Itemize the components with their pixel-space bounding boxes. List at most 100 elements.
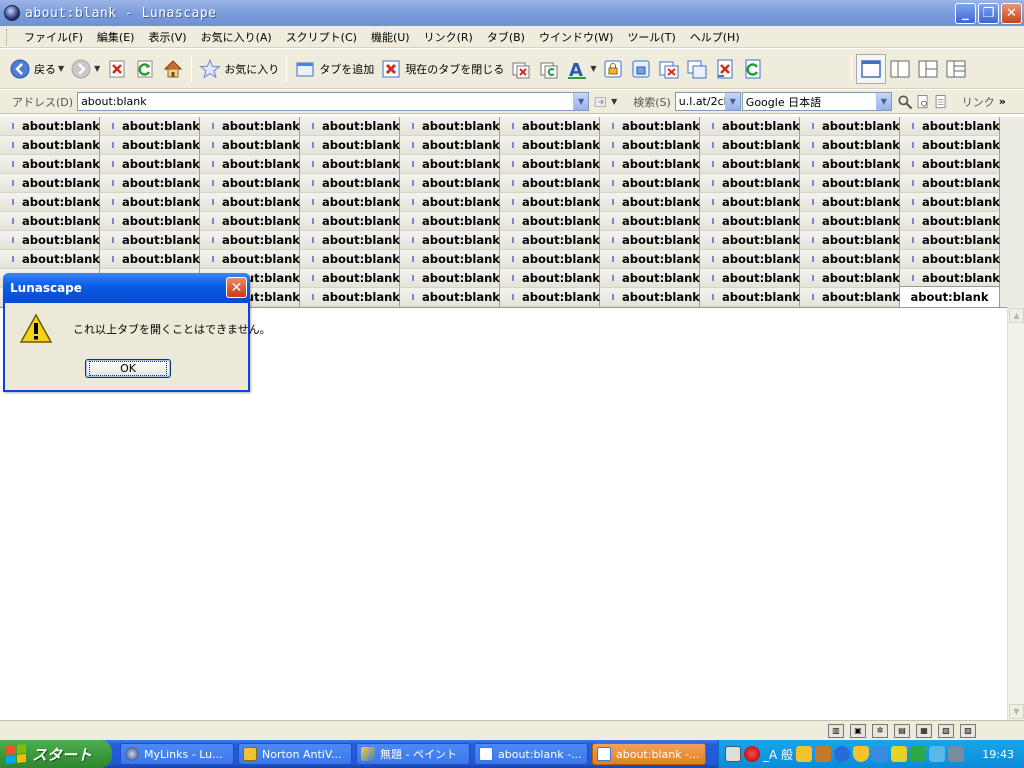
tab[interactable]: about:blank xyxy=(900,174,1000,193)
tab[interactable]: about:blank xyxy=(600,155,700,174)
menu-edit[interactable]: 編集(E) xyxy=(90,29,142,45)
tab[interactable]: about:blank xyxy=(700,117,800,136)
highlight-icon[interactable] xyxy=(932,91,950,113)
trash-icon[interactable]: ▥ xyxy=(828,723,844,738)
tab[interactable]: about:blank xyxy=(100,193,200,212)
tab[interactable]: about:blank xyxy=(400,250,500,269)
network-icon[interactable] xyxy=(872,746,889,762)
tab[interactable]: about:blank xyxy=(900,212,1000,231)
menu-file[interactable]: ファイル(F) xyxy=(17,29,90,45)
start-button[interactable]: スタート xyxy=(0,740,112,768)
tab[interactable]: about:blank xyxy=(100,250,200,269)
tab-active[interactable]: about:blank xyxy=(900,286,1000,307)
tab[interactable]: about:blank xyxy=(400,117,500,136)
task-about-blank-2[interactable]: about:blank -... xyxy=(592,743,706,765)
tab[interactable]: about:blank xyxy=(300,155,400,174)
tab[interactable]: about:blank xyxy=(400,231,500,250)
tab[interactable]: about:blank xyxy=(900,193,1000,212)
tab[interactable]: about:blank xyxy=(800,193,900,212)
tab[interactable]: about:blank xyxy=(200,231,300,250)
task-norton[interactable]: Norton AntiV... xyxy=(238,743,352,765)
update-icon[interactable] xyxy=(910,746,927,762)
tab[interactable]: about:blank xyxy=(600,136,700,155)
task-about-blank-1[interactable]: about:blank -... xyxy=(474,743,588,765)
maximize-button[interactable]: ❐ xyxy=(978,3,999,24)
menu-function[interactable]: 機能(U) xyxy=(364,29,417,45)
tab[interactable]: about:blank xyxy=(900,250,1000,269)
tab[interactable]: about:blank xyxy=(400,136,500,155)
tab[interactable]: about:blank xyxy=(700,155,800,174)
search-page-icon[interactable] xyxy=(914,91,932,113)
tab[interactable]: about:blank xyxy=(600,288,700,307)
clock[interactable]: 19:43 xyxy=(982,748,1014,761)
page-security-button[interactable] xyxy=(627,54,655,84)
add-tab-button[interactable]: タブを追加 xyxy=(291,54,377,84)
messenger-icon[interactable] xyxy=(929,746,946,762)
font-size-button[interactable]: A ▼ xyxy=(563,54,599,84)
tab[interactable]: about:blank xyxy=(200,117,300,136)
tool-icon[interactable] xyxy=(815,746,832,762)
menu-tools[interactable]: ツール(T) xyxy=(620,29,682,45)
menu-script[interactable]: スクリプト(C) xyxy=(279,29,364,45)
tab[interactable]: about:blank xyxy=(400,174,500,193)
cascade-windows-button[interactable] xyxy=(683,54,711,84)
close-current-tab-button[interactable]: 現在のタブを閉じる xyxy=(377,54,507,84)
tab[interactable]: about:blank xyxy=(600,269,700,288)
tab[interactable]: about:blank xyxy=(200,155,300,174)
menu-help[interactable]: ヘルプ(H) xyxy=(683,29,747,45)
tab[interactable]: about:blank xyxy=(0,155,100,174)
layout-vertical-button[interactable] xyxy=(886,54,914,84)
tab[interactable]: about:blank xyxy=(900,155,1000,174)
tab[interactable]: about:blank xyxy=(400,269,500,288)
tab[interactable]: about:blank xyxy=(0,231,100,250)
tab[interactable]: about:blank xyxy=(700,231,800,250)
tab[interactable]: about:blank xyxy=(500,117,600,136)
zoom-icon[interactable]: ▧ xyxy=(938,723,954,738)
address-dropdown-icon[interactable]: ▼ xyxy=(573,93,589,110)
tray-arrow-icon[interactable] xyxy=(834,746,851,762)
tab[interactable]: about:blank xyxy=(400,288,500,307)
vertical-scrollbar[interactable]: ▲ ▼ xyxy=(1007,307,1024,720)
search-engine-dropdown-icon[interactable]: ▼ xyxy=(875,93,891,110)
scroll-down-button[interactable]: ▼ xyxy=(1009,704,1024,719)
tab[interactable]: about:blank xyxy=(200,193,300,212)
dialog-title-bar[interactable]: Lunascape ✕ xyxy=(3,273,250,303)
forward-dropdown-icon[interactable]: ▼ xyxy=(94,64,100,73)
proxy-icon[interactable]: ▨ xyxy=(960,723,976,738)
tab[interactable]: about:blank xyxy=(700,136,800,155)
tab[interactable]: about:blank xyxy=(600,193,700,212)
tab[interactable]: about:blank xyxy=(0,117,100,136)
tab[interactable]: about:blank xyxy=(600,250,700,269)
search-engine-input[interactable]: Google 日本語 ▼ xyxy=(741,92,892,111)
tab[interactable]: about:blank xyxy=(200,136,300,155)
menu-link[interactable]: リンク(R) xyxy=(417,29,480,45)
back-dropdown-icon[interactable]: ▼ xyxy=(58,64,64,73)
tab[interactable]: about:blank xyxy=(300,269,400,288)
tab[interactable]: about:blank xyxy=(500,174,600,193)
tab[interactable]: about:blank xyxy=(500,193,600,212)
scroll-up-button[interactable]: ▲ xyxy=(1009,308,1024,323)
close-other-tabs-button[interactable] xyxy=(655,54,683,84)
go-dropdown-icon[interactable]: ▼ xyxy=(611,97,617,106)
tab[interactable]: about:blank xyxy=(100,174,200,193)
tab[interactable]: about:blank xyxy=(800,269,900,288)
tab[interactable]: about:blank xyxy=(900,136,1000,155)
home-button[interactable] xyxy=(159,54,187,84)
reload-all-button[interactable] xyxy=(739,54,767,84)
tab[interactable]: about:blank xyxy=(900,117,1000,136)
task-paint[interactable]: 無題 - ペイント xyxy=(356,743,470,765)
tab[interactable]: about:blank xyxy=(300,174,400,193)
tab[interactable]: about:blank xyxy=(700,250,800,269)
tab[interactable]: about:blank xyxy=(700,212,800,231)
close-left-tabs-button[interactable] xyxy=(711,54,739,84)
forward-button[interactable]: ▼ xyxy=(67,54,103,84)
address-input[interactable]: about:blank ▼ xyxy=(77,92,590,111)
keyboard-icon[interactable] xyxy=(725,746,741,762)
font-dropdown-icon[interactable]: ▼ xyxy=(590,64,596,73)
tab[interactable]: about:blank xyxy=(600,174,700,193)
tab[interactable]: about:blank xyxy=(400,212,500,231)
tab[interactable]: about:blank xyxy=(200,174,300,193)
tab[interactable]: about:blank xyxy=(0,250,100,269)
layout-three-pane-button[interactable] xyxy=(914,54,942,84)
menu-favorites[interactable]: お気に入り(A) xyxy=(194,29,279,45)
